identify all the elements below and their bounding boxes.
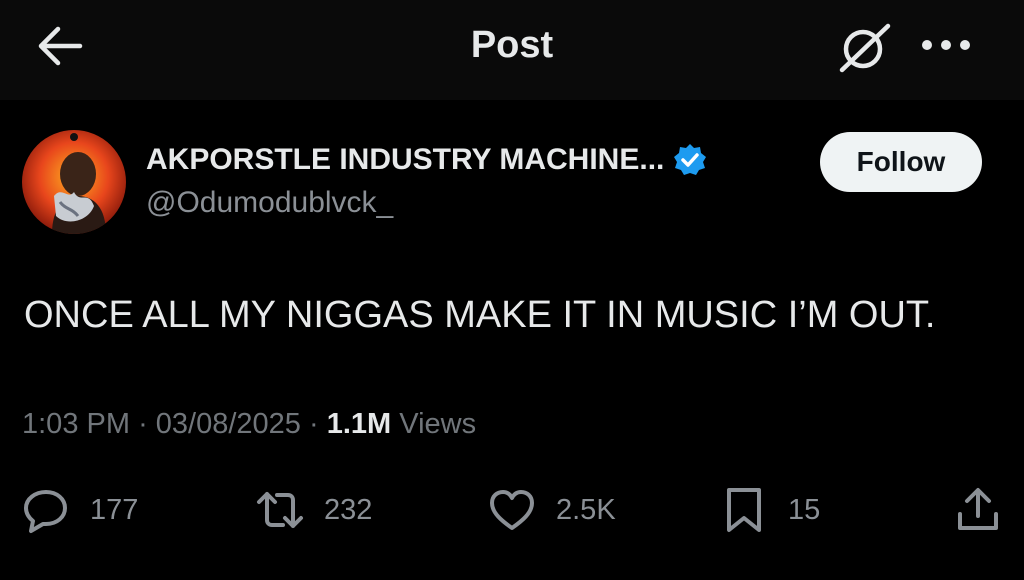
avatar[interactable] xyxy=(22,130,126,234)
post-text: ONCE ALL MY NIGGAS MAKE IT IN MUSIC I’M … xyxy=(24,294,936,336)
post-time: 1:03 PM xyxy=(22,408,130,440)
follow-button[interactable]: Follow xyxy=(820,132,982,192)
author-name-row: AKPORSTLE INDUSTRY MACHINE... xyxy=(146,140,708,180)
like-action[interactable]: 2.5K xyxy=(488,486,616,534)
repost-count: 232 xyxy=(324,493,373,526)
bookmark-count: 15 xyxy=(788,493,821,526)
more-horizontal-icon[interactable] xyxy=(918,30,974,60)
views-label: Views xyxy=(399,408,477,440)
post-date: 03/08/2025 xyxy=(155,408,301,440)
top-bar: Post xyxy=(0,0,1024,100)
repost-action[interactable]: 232 xyxy=(256,486,372,534)
meta-separator: · xyxy=(309,408,327,440)
share-icon[interactable] xyxy=(954,486,1002,534)
heart-icon[interactable] xyxy=(488,486,536,534)
like-count: 2.5K xyxy=(556,493,616,526)
author-display-name[interactable]: AKPORSTLE INDUSTRY MACHINE... xyxy=(146,143,664,177)
share-action[interactable] xyxy=(954,486,1002,534)
views-count[interactable]: 1.1M xyxy=(327,408,391,440)
author-handle[interactable]: @Odumodublvck_ xyxy=(146,186,393,220)
grok-icon[interactable] xyxy=(836,20,894,74)
meta-separator: · xyxy=(138,408,156,440)
verified-badge-icon xyxy=(674,144,707,175)
repost-icon[interactable] xyxy=(256,486,304,534)
reply-action[interactable]: 177 xyxy=(22,486,138,534)
bookmark-icon[interactable] xyxy=(720,486,768,534)
reply-bubble-icon[interactable] xyxy=(22,486,70,534)
post-meta: 1:03 PM · 03/08/2025 · 1.1M Views xyxy=(22,408,476,441)
bookmark-action[interactable]: 15 xyxy=(720,486,820,534)
reply-count: 177 xyxy=(90,493,139,526)
